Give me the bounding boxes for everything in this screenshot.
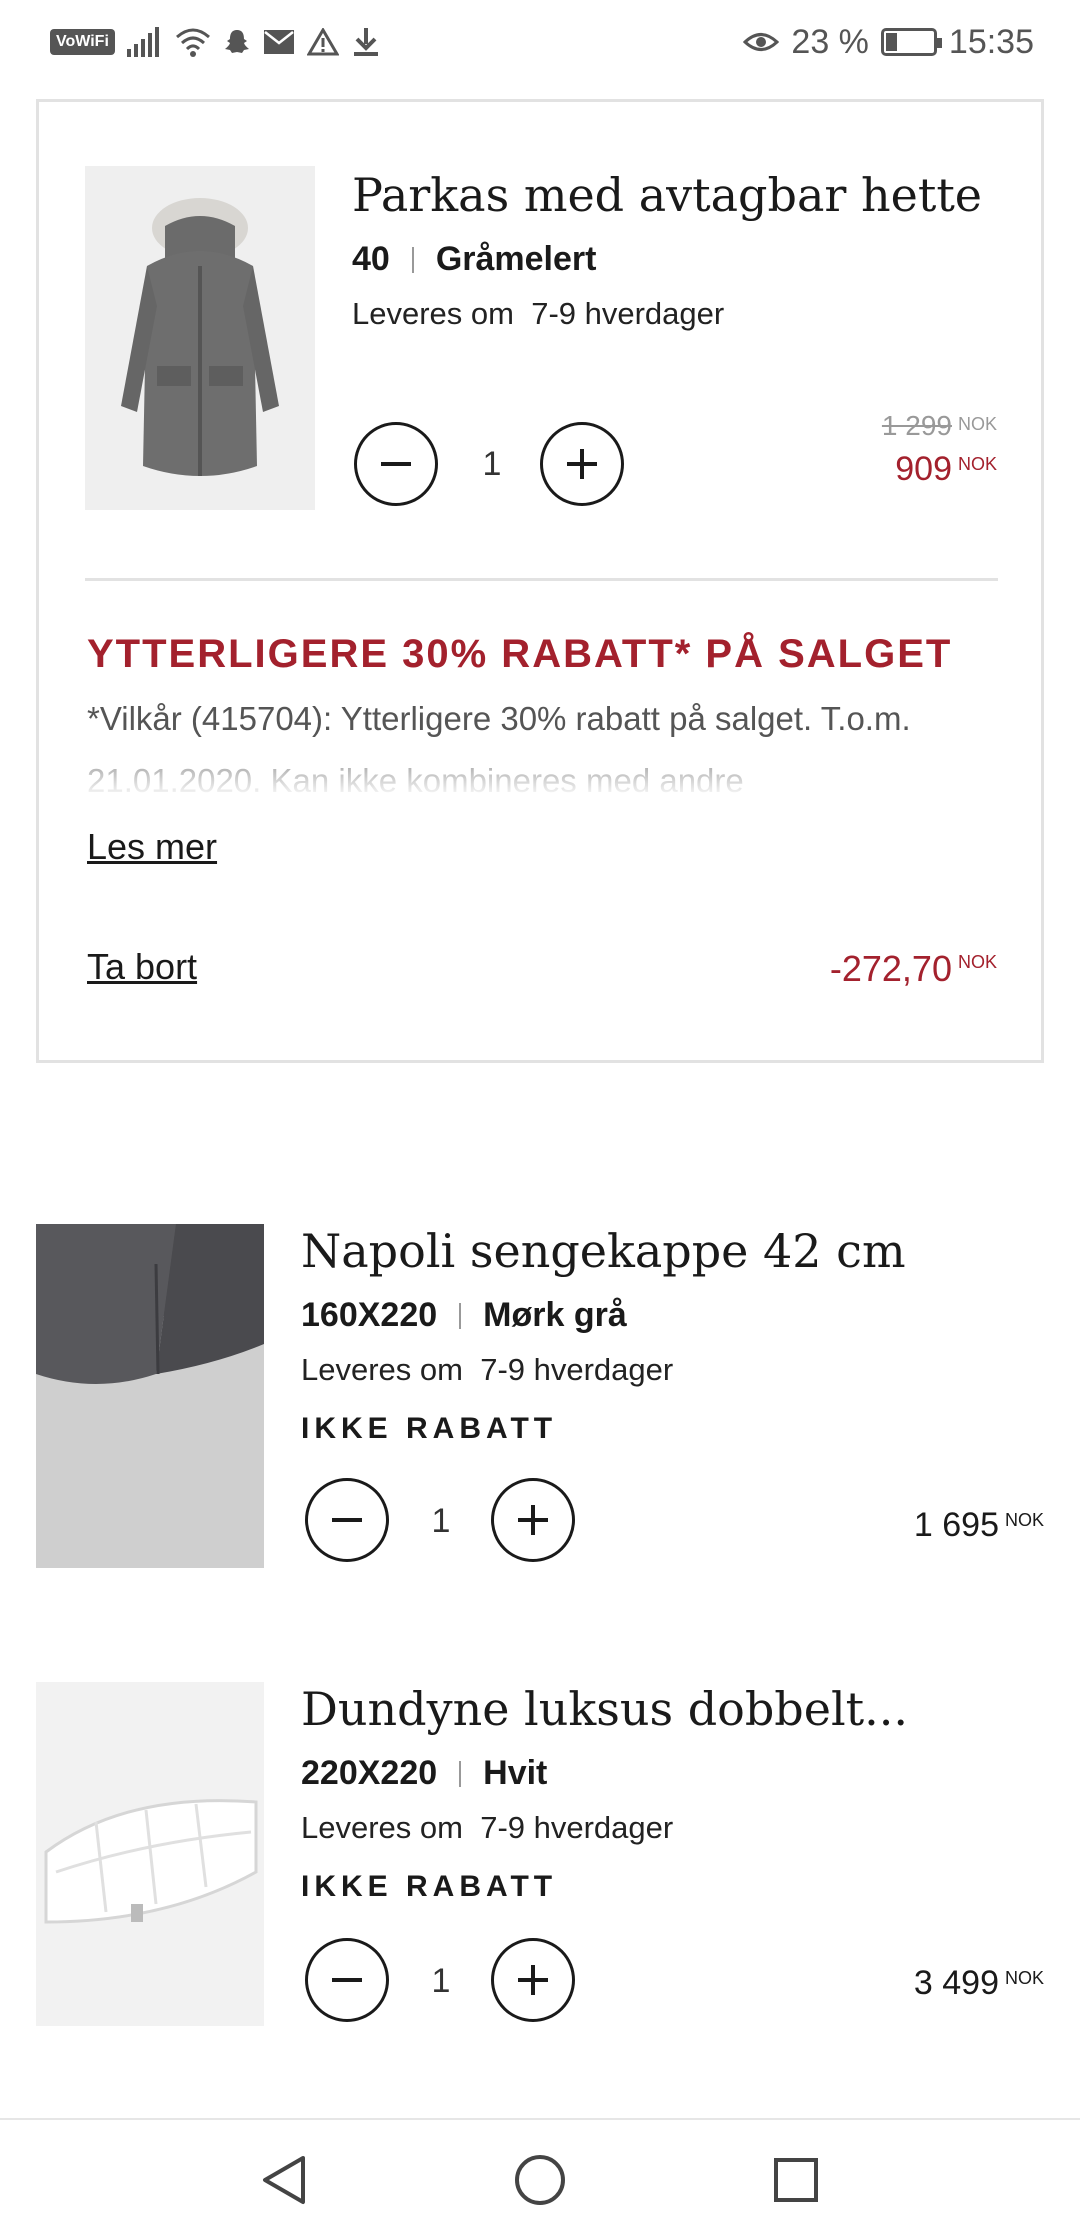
signal-icon	[126, 22, 163, 62]
download-icon	[351, 22, 381, 62]
warning-icon	[306, 22, 339, 62]
product-title[interactable]: Dundyne luksus dobbelt...	[301, 1682, 908, 1736]
variant-size: 40	[352, 240, 390, 278]
status-left: VoWiFi	[50, 22, 381, 62]
delivery-time: 7-9 hverdager	[480, 1810, 674, 1845]
divider	[85, 578, 998, 581]
delivery-label: Leveres om	[301, 1352, 463, 1387]
plus-icon-v	[531, 1505, 535, 1535]
battery-fill	[885, 33, 897, 51]
product-variant: 220X220 Hvit	[301, 1754, 547, 1793]
cart-item-card-parkas: Parkas med avtagbar hette 40 Gråmelert L…	[36, 99, 1044, 1063]
quantity-value: 1	[482, 445, 502, 483]
product-title[interactable]: Napoli sengekappe 42 cm	[301, 1224, 906, 1278]
product-image-dundyne[interactable]	[36, 1682, 264, 2026]
promo-title: YTTERLIGERE 30% RABATT* PÅ SALGET	[87, 632, 953, 676]
plus-icon-v	[531, 1965, 535, 1995]
price-value: 1 695	[913, 1506, 999, 1544]
variant-separator	[459, 1760, 462, 1787]
variant-color: Mørk grå	[483, 1296, 627, 1334]
quantity-value: 1	[431, 1502, 451, 1540]
home-circle-icon[interactable]	[510, 2150, 570, 2210]
sale-price-value: 909	[895, 450, 952, 488]
old-price-value: 1 299	[881, 410, 952, 441]
quantity-value: 1	[431, 1962, 451, 2000]
minus-icon	[332, 1978, 362, 1982]
delivery-info: Leveres om 7-9 hverdager	[301, 1352, 673, 1388]
variant-size: 220X220	[301, 1754, 438, 1792]
delivery-label: Leveres om	[301, 1810, 463, 1845]
decrease-quantity-button[interactable]	[305, 1478, 389, 1562]
promo-fade	[87, 742, 987, 798]
recents-square-icon[interactable]	[766, 2150, 826, 2210]
clock: 15:35	[948, 22, 1034, 61]
price: 3 499 NOK	[914, 1964, 1044, 2003]
sale-price: 909 NOK	[895, 450, 997, 489]
delivery-info: Leveres om 7-9 hverdager	[301, 1810, 673, 1846]
variant-color: Hvit	[483, 1754, 548, 1792]
wifi-icon	[175, 22, 211, 62]
delivery-time: 7-9 hverdager	[531, 296, 725, 331]
product-title[interactable]: Parkas med avtagbar hette	[352, 168, 982, 222]
battery-icon	[880, 28, 942, 56]
snapchat-icon	[223, 22, 251, 62]
increase-quantity-button[interactable]	[491, 1478, 575, 1562]
minus-icon	[381, 462, 411, 466]
no-discount-badge: IKKE RABATT	[301, 1870, 558, 1903]
price-currency: NOK	[1004, 1968, 1044, 1988]
variant-separator	[459, 1302, 462, 1329]
price-currency: NOK	[1004, 1510, 1044, 1530]
old-price: 1 299 NOK	[882, 410, 997, 442]
product-variant: 40 Gråmelert	[352, 240, 596, 279]
back-triangle-icon[interactable]	[254, 2150, 314, 2210]
delivery-info: Leveres om 7-9 hverdager	[352, 296, 724, 332]
decrease-quantity-button[interactable]	[305, 1938, 389, 2022]
remove-discount-link[interactable]: Ta bort	[87, 946, 197, 988]
variant-separator	[411, 246, 414, 273]
increase-quantity-button[interactable]	[491, 1938, 575, 2022]
mail-icon	[263, 22, 295, 62]
vowifi-icon: VoWiFi	[50, 29, 115, 55]
system-nav-bar	[0, 2118, 1080, 2240]
price: 1 695 NOK	[914, 1506, 1044, 1545]
plus-icon-v	[580, 449, 584, 479]
product-image-napoli[interactable]	[36, 1224, 264, 1568]
product-variant: 160X220 Mørk grå	[301, 1296, 627, 1335]
sale-price-currency: NOK	[957, 454, 997, 474]
minus-icon	[332, 1518, 362, 1522]
product-image-parkas[interactable]	[85, 166, 315, 510]
no-discount-badge: IKKE RABATT	[301, 1412, 558, 1445]
decrease-quantity-button[interactable]	[354, 422, 438, 506]
price-value: 3 499	[913, 1964, 999, 2002]
eye-icon	[743, 22, 780, 62]
discount-currency: NOK	[957, 952, 997, 972]
old-price-currency: NOK	[957, 414, 997, 434]
increase-quantity-button[interactable]	[540, 422, 624, 506]
variant-size: 160X220	[301, 1296, 438, 1334]
read-more-link[interactable]: Les mer	[87, 826, 217, 868]
delivery-label: Leveres om	[352, 296, 514, 331]
battery-percent: 23 %	[791, 22, 869, 61]
discount-value: -272,70	[829, 948, 952, 989]
variant-color: Gråmelert	[435, 240, 597, 278]
discount-amount: -272,70 NOK	[830, 948, 997, 990]
delivery-time: 7-9 hverdager	[480, 1352, 674, 1387]
status-bar: VoWiFi 23 % 15:35	[0, 0, 1080, 84]
status-right: 23 % 15:35	[743, 22, 1034, 62]
